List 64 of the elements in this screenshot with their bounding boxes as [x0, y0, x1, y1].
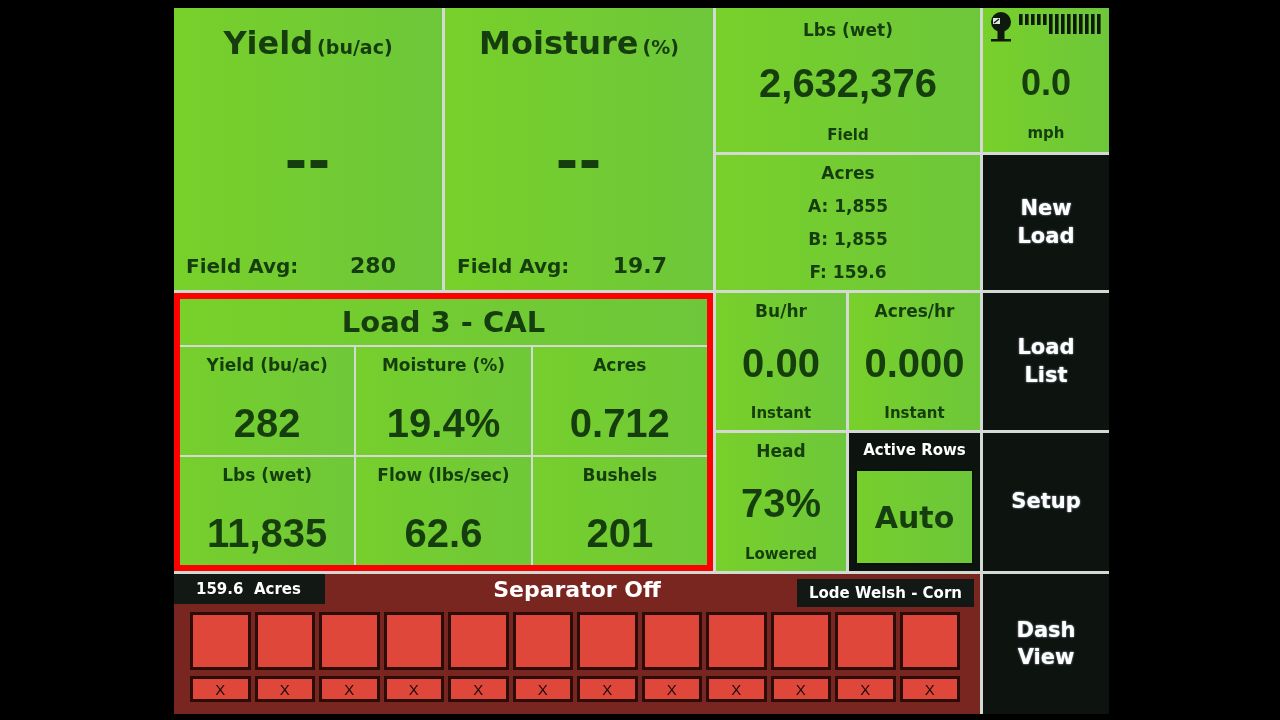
field-avg-label: Field Avg: [186, 254, 299, 278]
row-status: X [641, 676, 702, 702]
stat-value: 11,835 [207, 513, 328, 553]
row-status: X [577, 676, 638, 702]
separator-status: Separator Off [493, 576, 661, 602]
row-status: X [899, 676, 960, 702]
row-status: X [835, 676, 896, 702]
value-readout: 2,632,376 [759, 63, 937, 103]
area-readout: 159.6 Acres [174, 574, 325, 604]
stat-value: 201 [586, 513, 654, 553]
value-readout: 0.00 [742, 342, 820, 383]
tile-label: Lbs (wet) [803, 20, 893, 40]
field-avg-label: Field Avg: [457, 254, 570, 278]
tile-title: Moisture [479, 24, 639, 62]
stat-label: Bushels [582, 465, 658, 485]
tile-label: Head [756, 441, 806, 461]
stat-label: Flow (lbs/sec) [377, 465, 510, 485]
menu-button[interactable]: Dash View [983, 574, 1109, 714]
acres-reading: A: 1,855 [808, 196, 888, 216]
row-status: X [770, 676, 831, 702]
signal-bars-icon [1019, 14, 1103, 34]
tile-title: Yield [223, 24, 314, 62]
field-name: Lode Welsh - Corn [797, 579, 974, 607]
stat-label: Acres [593, 355, 647, 375]
tile-caption: Field [827, 126, 869, 144]
menu-button[interactable]: Setup [983, 433, 1109, 571]
receiver-icon [989, 12, 1013, 42]
menu-button[interactable]: Load List [983, 293, 1109, 430]
row-status: X [190, 676, 251, 702]
stat-value: 19.4% [386, 403, 501, 443]
stat-label: Yield (bu/ac) [206, 355, 328, 375]
speed-readout: 0.0 [1020, 65, 1071, 101]
menu-button[interactable]: New Load [983, 155, 1109, 290]
tile-label: Acres [821, 163, 875, 183]
load-title: Load 3 - CAL [341, 305, 546, 339]
tile-caption: Instant [750, 404, 812, 422]
unit-label: mph [1027, 124, 1065, 142]
tile-label: Acres/hr [874, 301, 955, 321]
value-readout: 73% [740, 483, 822, 523]
row-status: X [254, 676, 315, 702]
field-avg-value: 280 [350, 253, 396, 278]
tile-label: Bu/hr [755, 301, 807, 321]
row-status: X [319, 676, 380, 702]
row-status: X [706, 676, 767, 702]
stat-value: 0.712 [569, 403, 670, 443]
unit-label: (%) [642, 36, 679, 58]
row-status: X [383, 676, 444, 702]
value-readout: 0.000 [864, 342, 965, 383]
row-status: X [512, 676, 573, 702]
field-avg-value: 19.7 [612, 253, 667, 278]
tile-caption: Lowered [744, 545, 818, 563]
acres-reading: F: 159.6 [809, 262, 887, 282]
tile-caption: Instant [884, 404, 945, 422]
unit-label: (bu/ac) [317, 36, 393, 58]
acres-reading: B: 1,855 [808, 229, 888, 249]
value-readout: -- [556, 124, 602, 191]
row-status: X [448, 676, 509, 702]
stat-label: Moisture (%) [381, 355, 506, 375]
auto-button[interactable]: Auto [855, 469, 974, 565]
stat-value: 62.6 [404, 513, 483, 553]
panel-label: Active Rows [863, 441, 966, 459]
stat-label: Lbs (wet) [222, 465, 313, 485]
stat-value: 282 [233, 403, 301, 443]
value-readout: -- [285, 124, 331, 191]
